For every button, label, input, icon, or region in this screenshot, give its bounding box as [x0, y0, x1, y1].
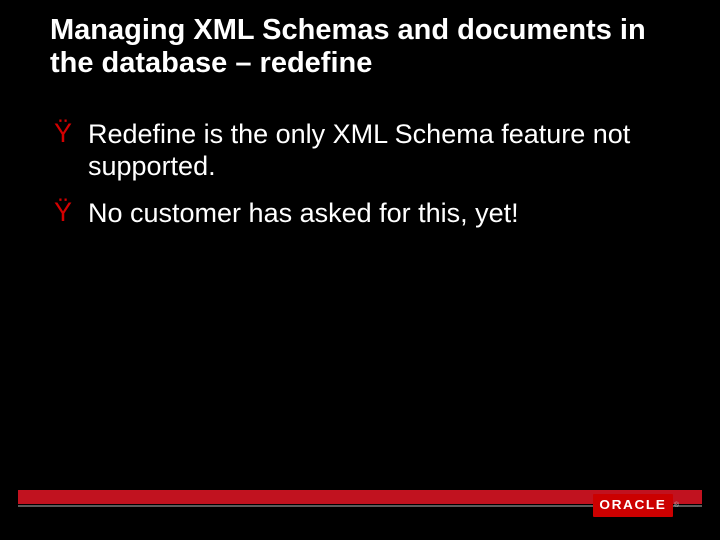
bullet-marker-icon: Ÿ	[54, 197, 88, 229]
oracle-logo-box: ORACLE	[593, 494, 673, 517]
oracle-logo-text: ORACLE	[599, 497, 666, 512]
oracle-logo: ORACLE ®	[576, 492, 696, 518]
bullet-text: Redefine is the only XML Schema feature …	[88, 118, 660, 183]
slide-body: Ÿ Redefine is the only XML Schema featur…	[54, 118, 660, 243]
slide: Managing XML Schemas and documents in th…	[0, 0, 720, 540]
bullet-item: Ÿ Redefine is the only XML Schema featur…	[54, 118, 660, 183]
trademark-icon: ®	[674, 502, 679, 509]
bullet-marker-icon: Ÿ	[54, 118, 88, 150]
slide-title: Managing XML Schemas and documents in th…	[50, 14, 670, 81]
bullet-item: Ÿ No customer has asked for this, yet!	[54, 197, 660, 229]
bullet-text: No customer has asked for this, yet!	[88, 197, 660, 229]
